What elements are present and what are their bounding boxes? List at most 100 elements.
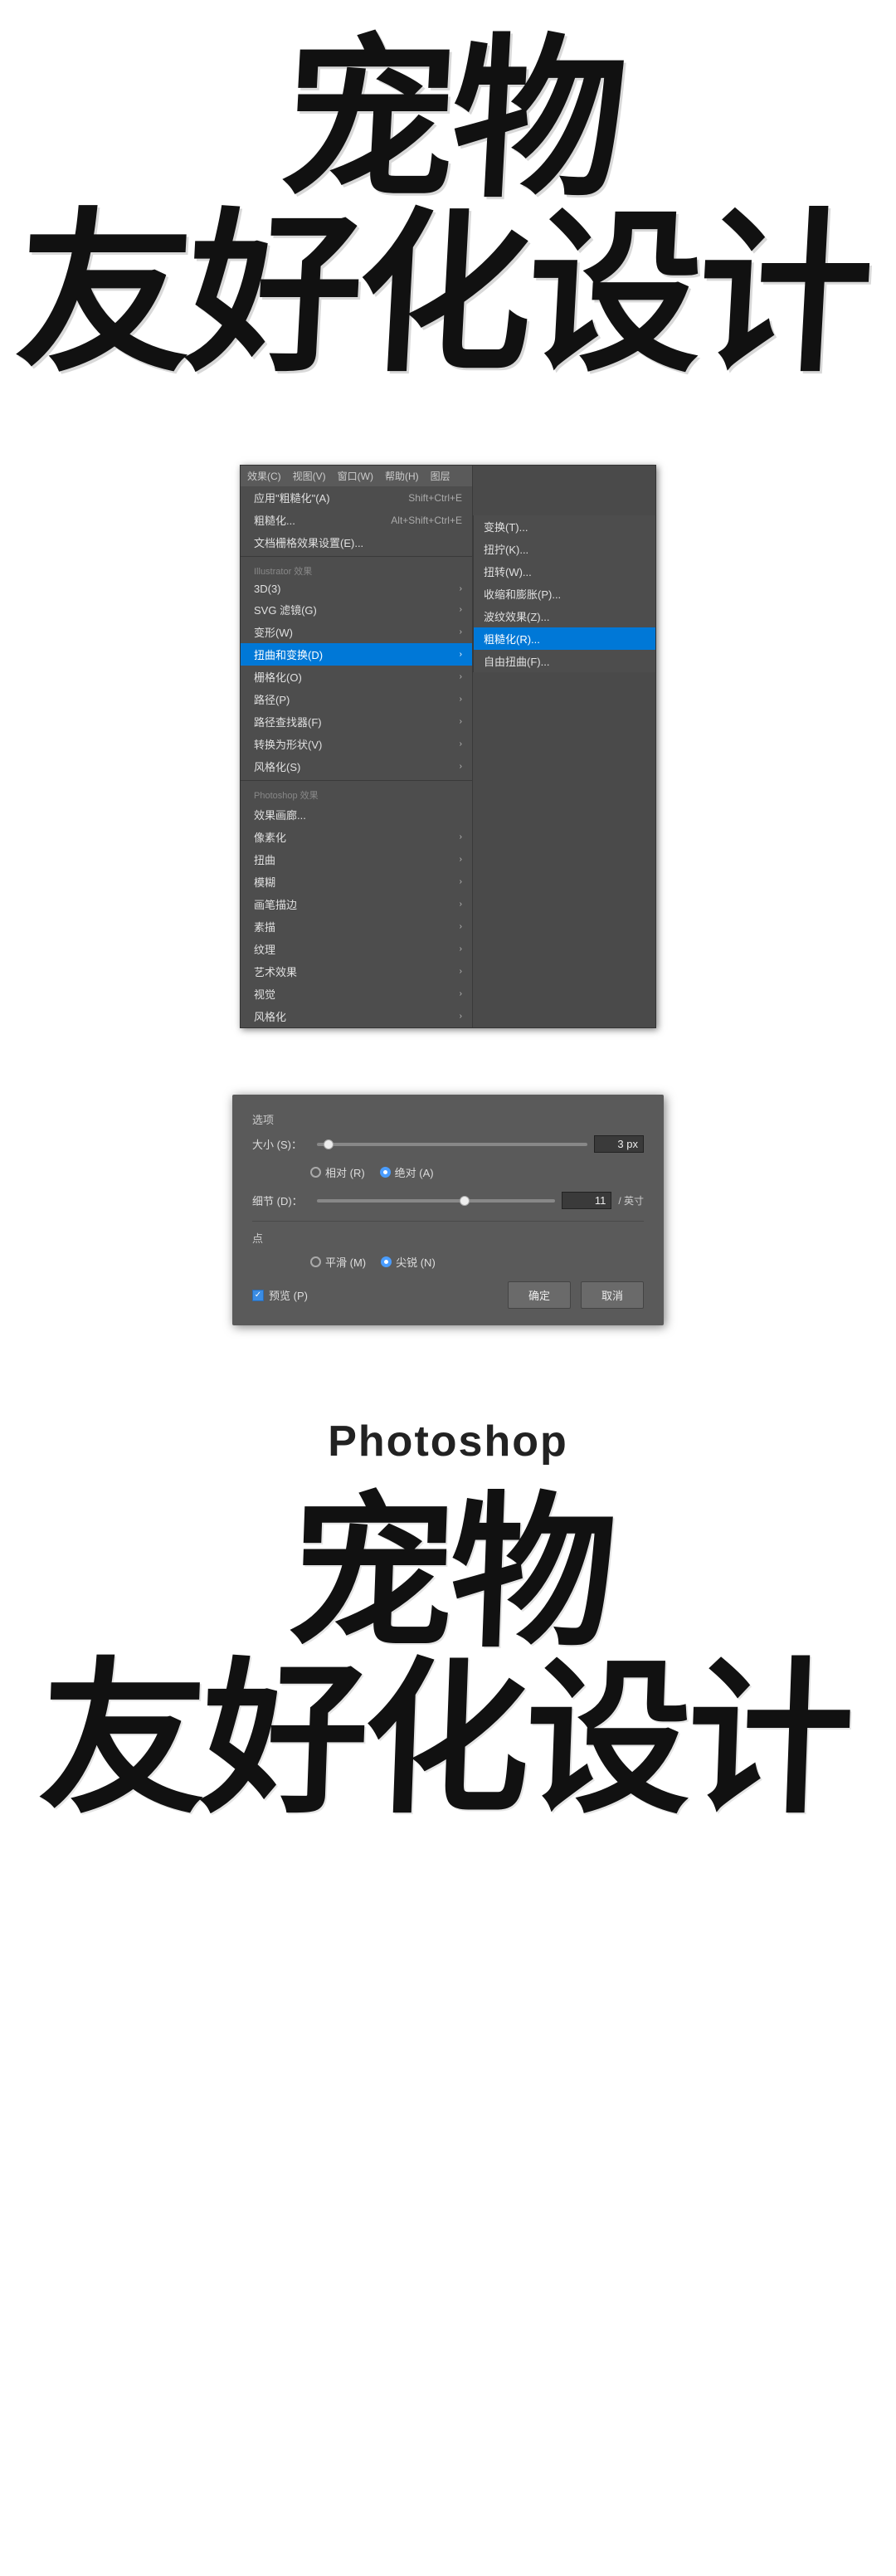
size-label: 大小 (S)： (252, 1136, 310, 1152)
menu-item-label: 粗糙化... (254, 512, 295, 528)
roughen-dialog: 选项 大小 (S)： 相对 (R) 绝对 (A) 细节 (D)： (232, 1095, 664, 1325)
menu-container: 效果(C) 视图(V) 窗口(W) 帮助(H) 图层 应用"粗糙化"(A) Sh… (240, 465, 656, 1028)
detail-input[interactable] (562, 1192, 611, 1209)
menu-item-pixelate[interactable]: 像素化 › (241, 826, 472, 848)
menu-item-label: 模糊 (254, 874, 275, 890)
submenu-label: 变换(T)... (484, 519, 528, 534)
radio-absolute-circle[interactable] (380, 1167, 391, 1178)
arrow-icon: › (460, 627, 462, 637)
points-label: 点 (252, 1230, 644, 1246)
menu-item-label: 风格化(S) (254, 759, 300, 774)
menu-item-blur[interactable]: 模糊 › (241, 871, 472, 893)
photoshop-label: Photoshop (43, 1408, 852, 1491)
size-input[interactable] (594, 1135, 644, 1153)
menu-item-video[interactable]: 视觉 › (241, 983, 472, 1005)
radio-sharp-label: 尖锐 (N) (396, 1254, 436, 1270)
preview-checkbox[interactable]: ✓ (252, 1290, 264, 1301)
menu-item-label: 栅格化(O) (254, 669, 302, 685)
menu-topbar-view[interactable]: 视图(V) (293, 469, 326, 483)
submenu-item-transform[interactable]: 变换(T)... (474, 515, 655, 538)
menu-item-warp[interactable]: 变形(W) › (241, 621, 472, 643)
bottom-line2: 友好化设计 (38, 1657, 853, 1823)
menu-item-apply-roughen[interactable]: 应用"粗糙化"(A) Shift+Ctrl+E (241, 486, 472, 509)
menu-group-photoshop: Photoshop 效果 (241, 783, 472, 803)
menu-item-convert[interactable]: 转换为形状(V) › (241, 733, 472, 755)
menu-item-artistic[interactable]: 艺术效果 › (241, 960, 472, 983)
radio-flat[interactable]: 平滑 (M) (310, 1254, 366, 1270)
menu-item-brush[interactable]: 画笔描边 › (241, 893, 472, 915)
size-row: 大小 (S)： (252, 1135, 644, 1153)
section-dialog: 选项 大小 (S)： 相对 (R) 绝对 (A) 细节 (D)： (0, 1061, 896, 1359)
menu-item-3d[interactable]: 3D(3) › (241, 579, 472, 598)
menu-topbar-window[interactable]: 窗口(W) (338, 469, 373, 483)
menu-item-label: 应用"粗糙化"(A) (254, 490, 330, 505)
submenu-item-twist[interactable]: 扭转(W)... (474, 560, 655, 583)
top-line1: 宠物 (22, 33, 882, 207)
size-slider-thumb[interactable] (324, 1139, 334, 1149)
menu-topbar-help[interactable]: 帮助(H) (385, 469, 419, 483)
size-radio-row: 相对 (R) 绝对 (A) (252, 1164, 644, 1180)
menu-item-label: 视觉 (254, 986, 275, 1002)
submenu-label: 粗糙化(R)... (484, 631, 540, 646)
menu-item-label: 素描 (254, 919, 275, 934)
menu-item-shortcut: Shift+Ctrl+E (408, 492, 462, 504)
menu-topbar-effect[interactable]: 效果(C) (247, 469, 281, 483)
submenu-item-pucker[interactable]: 收缩和膨胀(P)... (474, 583, 655, 605)
arrow-icon: › (460, 650, 462, 659)
radio-relative-circle[interactable] (310, 1167, 321, 1178)
menu-group-illustrator: Illustrator 效果 (241, 559, 472, 579)
radio-sharp[interactable]: 尖锐 (N) (381, 1254, 436, 1270)
arrow-icon: › (460, 944, 462, 954)
size-slider[interactable] (317, 1143, 587, 1146)
detail-slider[interactable] (317, 1199, 555, 1203)
submenu-label: 收缩和膨胀(P)... (484, 586, 561, 602)
menu-item-roughen[interactable]: 粗糙化... Alt+Shift+Ctrl+E (241, 509, 472, 531)
menu-item-stylize2[interactable]: 风格化 › (241, 1005, 472, 1027)
radio-flat-circle[interactable] (310, 1256, 321, 1267)
radio-sharp-circle[interactable] (381, 1256, 392, 1267)
detail-row: 细节 (D)： / 英寸 (252, 1192, 644, 1209)
menu-topbar-layer[interactable]: 图层 (431, 469, 450, 483)
menu-item-label: 文档栅格效果设置(E)... (254, 534, 363, 550)
arrow-icon: › (460, 672, 462, 681)
arrow-icon: › (460, 584, 462, 593)
radio-absolute-label: 绝对 (A) (395, 1164, 434, 1180)
arrow-icon: › (460, 605, 462, 614)
submenu-item-roughen[interactable]: 粗糙化(R)... (474, 627, 655, 650)
menu-item-rasterize[interactable]: 栅格化(O) › (241, 666, 472, 688)
menu-item-sketch[interactable]: 素描 › (241, 915, 472, 938)
section-bottom-calligraphy: Photoshop 宠物 友好化设计 (0, 1359, 896, 1873)
menu-item-path[interactable]: 路径(P) › (241, 688, 472, 710)
dialog-button-group: 确定 取消 (508, 1281, 644, 1309)
menu-item-distort2[interactable]: 扭曲 › (241, 848, 472, 871)
menu-topbar: 效果(C) 视图(V) 窗口(W) 帮助(H) 图层 (241, 466, 472, 486)
cancel-button[interactable]: 取消 (581, 1281, 644, 1309)
preview-label: 预览 (P) (269, 1287, 308, 1303)
top-line2: 友好化设计 (13, 207, 873, 382)
menu-item-pathfinder[interactable]: 路径查找器(F) › (241, 710, 472, 733)
preview-checkbox-row[interactable]: ✓ 预览 (P) (252, 1287, 308, 1303)
menu-item-doc-raster[interactable]: 文档栅格效果设置(E)... (241, 531, 472, 554)
menu-item-texture[interactable]: 纹理 › (241, 938, 472, 960)
points-radio-row: 平滑 (M) 尖锐 (N) (252, 1254, 644, 1270)
submenu-item-free-distort[interactable]: 自由扭曲(F)... (474, 650, 655, 672)
arrow-icon: › (460, 967, 462, 976)
ok-button[interactable]: 确定 (508, 1281, 571, 1309)
menu-item-gallery[interactable]: 效果画廊... (241, 803, 472, 826)
arrow-icon: › (460, 762, 462, 771)
detail-slider-thumb[interactable] (460, 1196, 470, 1206)
submenu-item-zigzag[interactable]: 波纹效果(Z)... (474, 605, 655, 627)
top-calligraphy-text: 宠物 友好化设计 (13, 33, 882, 382)
submenu-label: 波纹效果(Z)... (484, 608, 549, 624)
submenu-label: 扭转(W)... (484, 564, 532, 579)
menu-item-shortcut: Alt+Shift+Ctrl+E (391, 515, 462, 526)
menu-item-stylize[interactable]: 风格化(S) › (241, 755, 472, 778)
menu-item-distort[interactable]: 扭曲和变换(D) › (241, 643, 472, 666)
radio-absolute[interactable]: 绝对 (A) (380, 1164, 434, 1180)
radio-relative[interactable]: 相对 (R) (310, 1164, 365, 1180)
dialog-separator (252, 1221, 644, 1222)
menu-item-svg[interactable]: SVG 滤镜(G) › (241, 598, 472, 621)
submenu-item-twirl[interactable]: 扭拧(K)... (474, 538, 655, 560)
radio-relative-label: 相对 (R) (325, 1164, 365, 1180)
menu-item-label: 转换为形状(V) (254, 736, 322, 752)
